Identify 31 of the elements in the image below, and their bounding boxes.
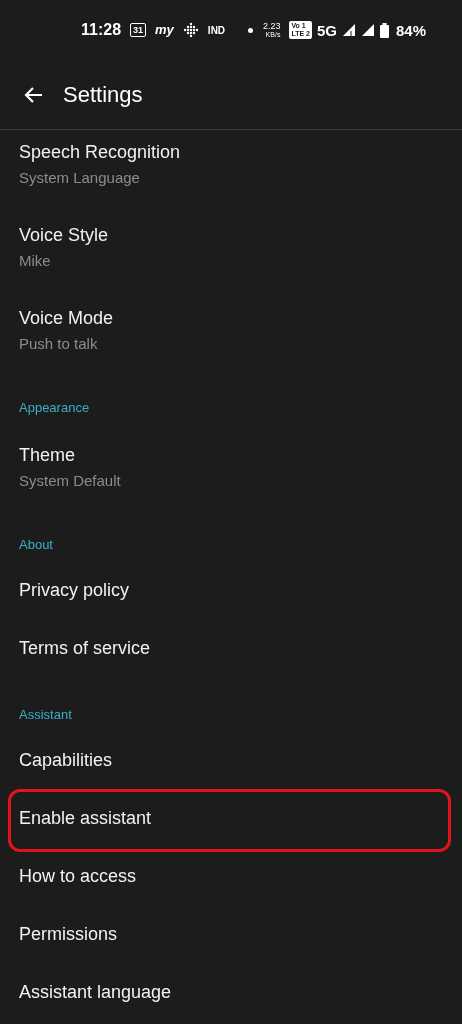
back-arrow-icon [23,85,43,104]
setting-value: Push to talk [19,334,99,354]
setting-item[interactable]: Assistant language [19,982,172,1002]
section-header: Assistant [18,706,73,724]
setting-item[interactable]: Capabilities [19,750,113,770]
battery-icon [379,22,389,38]
setting-item[interactable]: Speech Recognition [19,142,181,162]
dotted-grid-icon [182,22,199,38]
setting-item[interactable]: Permissions [19,924,118,944]
network-type: 5G [316,21,337,39]
ind-icon: IND [207,24,226,36]
setting-value: System Default [19,471,122,491]
setting-item[interactable]: Privacy policy [19,580,130,600]
battery-percent: 84% [395,21,426,39]
section-header: Appearance [18,399,91,417]
setting-item[interactable]: Enable assistant [19,808,152,828]
signal-icon [341,23,356,37]
status-time: 11:28 [81,21,122,39]
setting-item[interactable]: Voice Style [19,225,109,245]
setting-item[interactable]: Voice Mode [19,308,114,328]
app-logo-icon: my [155,23,174,37]
screen-title: Settings [63,81,143,108]
section-header: About [18,536,54,554]
setting-item[interactable]: How to access [19,866,137,886]
signal-icon [360,23,375,37]
notification-dot-icon [248,27,254,33]
setting-item[interactable]: Terms of service [19,638,151,658]
setting-item[interactable]: Theme [19,445,76,465]
setting-value: System Language [19,168,141,188]
setting-value: Mike [19,251,52,271]
calendar-icon: 31 [130,23,147,37]
